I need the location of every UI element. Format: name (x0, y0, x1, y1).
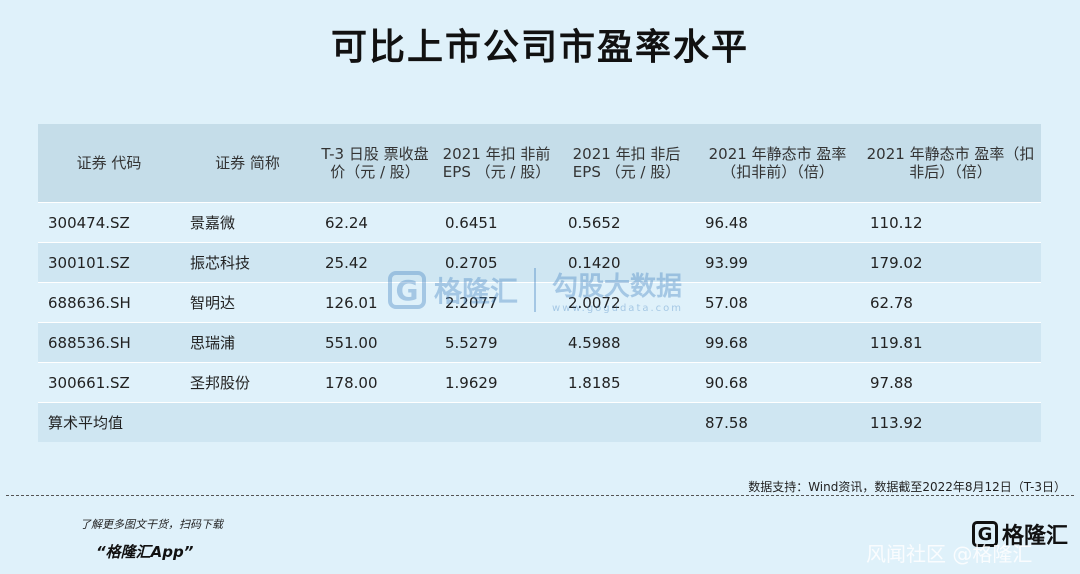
column-header: 2021 年静态市 盈率（扣非前）（倍） (695, 124, 860, 203)
table-cell: 179.02 (860, 242, 1041, 283)
column-header: 2021 年扣 非前 EPS （元 / 股） (435, 124, 558, 203)
table-cell: 300101.SZ (38, 242, 180, 283)
table-cell: 57.08 (695, 282, 860, 323)
table-row: 算术平均值 87.58 113.92 (38, 402, 1041, 442)
table-cell: 87.58 (695, 402, 860, 442)
footer-app-name: “格隆汇App” (96, 543, 194, 561)
column-header: 2021 年静态市 盈率（扣非后）（倍） (860, 124, 1041, 203)
table-cell: 算术平均值 (38, 402, 180, 442)
table-cell (315, 402, 435, 442)
table-cell: 551.00 (315, 322, 435, 363)
column-header: 证券 代码 (38, 124, 180, 203)
table-row: 300661.SZ 圣邦股份 178.00 1.9629 1.8185 90.68 97.8… (38, 362, 1041, 403)
watermark-divider (534, 268, 537, 312)
table-cell: 振芯科技 (180, 242, 315, 283)
dashed-divider (6, 495, 1074, 496)
table-cell: 62.24 (315, 202, 435, 243)
table-cell: 97.88 (860, 362, 1041, 403)
table-cell: 圣邦股份 (180, 362, 315, 403)
watermark-right-title: 勾股大数据 (552, 272, 683, 302)
table-cell: 300661.SZ (38, 362, 180, 403)
table-cell: 5.5279 (435, 322, 558, 363)
table-row: 300474.SZ 景嘉微 62.24 0.6451 0.5652 96.48 110.12 (38, 202, 1041, 243)
table-cell: 99.68 (695, 322, 860, 363)
data-source: 数据支持：Wind资讯，数据截至2022年8月12日（T-3日） (748, 480, 1066, 494)
table-cell: 90.68 (695, 362, 860, 403)
table-cell: 0.5652 (558, 202, 695, 243)
watermark: G 格隆汇 勾股大数据 www.gogudata.com (388, 266, 683, 314)
table-cell: 96.48 (695, 202, 860, 243)
table-cell: 178.00 (315, 362, 435, 403)
table-cell: 119.81 (860, 322, 1041, 363)
table-cell: 思瑞浦 (180, 322, 315, 363)
column-header: 2021 年扣 非后 EPS （元 / 股） (558, 124, 695, 203)
gelonghui-logo-icon: G (388, 271, 426, 309)
watermark-url: www.gogudata.com (552, 303, 684, 314)
table-cell (435, 402, 558, 442)
table-cell (180, 402, 315, 442)
page-title: 可比上市公司市盈率水平 (330, 27, 749, 68)
table-cell: 1.9629 (435, 362, 558, 403)
table-cell: 0.6451 (435, 202, 558, 243)
table-cell: 智明达 (180, 282, 315, 323)
table-cell: 110.12 (860, 202, 1041, 243)
table-cell (558, 402, 695, 442)
column-header: 证券 简称 (180, 124, 315, 203)
column-header: T-3 日股 票收盘价（元 / 股） (315, 124, 435, 203)
watermark-brand: 格隆汇 (434, 275, 519, 308)
table-cell: 1.8185 (558, 362, 695, 403)
table-cell: 688636.SH (38, 282, 180, 323)
table-cell: 93.99 (695, 242, 860, 283)
footer-note: 了解更多图文干货，扫码下载 (80, 518, 223, 531)
table-cell: 300474.SZ (38, 202, 180, 243)
table-cell: 62.78 (860, 282, 1041, 323)
corner-watermark: 风闻社区 @格隆汇 (866, 542, 1033, 566)
table-row: 688536.SH 思瑞浦 551.00 5.5279 4.5988 99.68 119.8… (38, 322, 1041, 363)
table-cell: 景嘉微 (180, 202, 315, 243)
table-cell: 113.92 (860, 402, 1041, 442)
table-header-row: 证券 代码 证券 简称 T-3 日股 票收盘价（元 / 股） 2021 年扣 非前 E… (38, 124, 1041, 203)
table-cell: 688536.SH (38, 322, 180, 363)
table-cell: 4.5988 (558, 322, 695, 363)
